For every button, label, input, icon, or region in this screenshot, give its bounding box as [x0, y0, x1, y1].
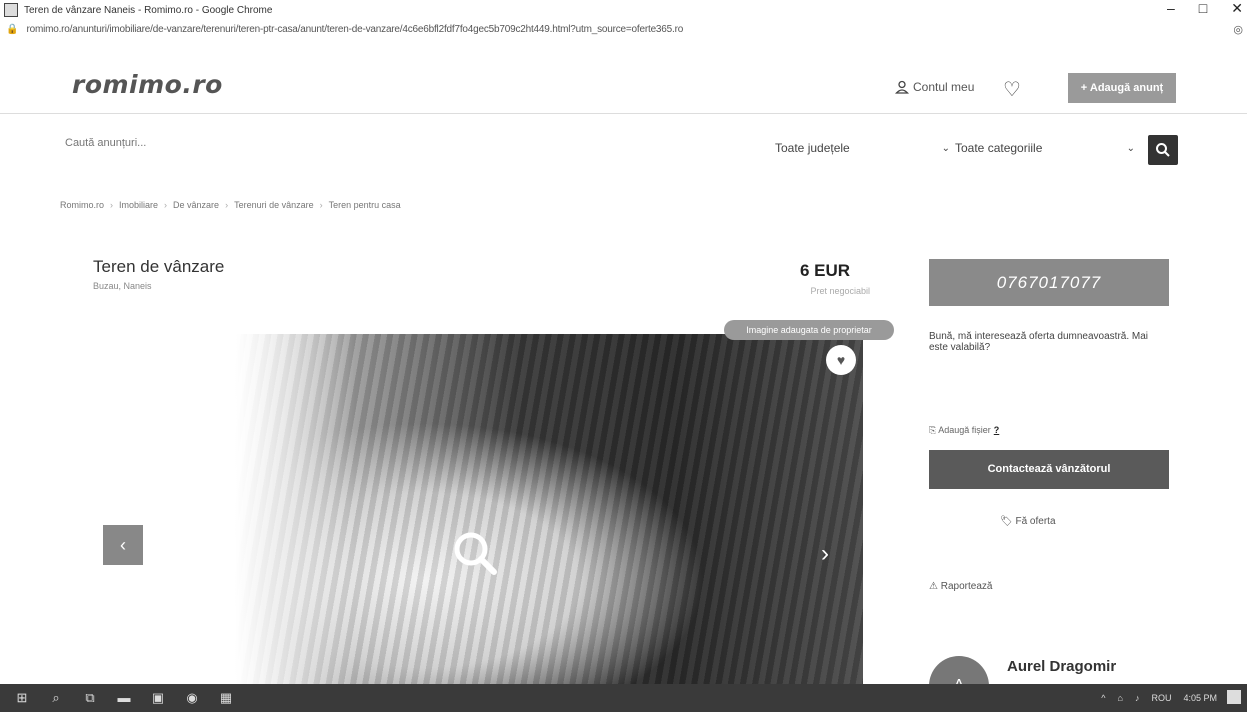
- header-divider: [0, 113, 1247, 114]
- chevron-down-icon: ⌄: [941, 142, 950, 154]
- county-select[interactable]: Toate județele ⌄: [775, 141, 950, 155]
- extension-icon[interactable]: ◎: [1233, 23, 1243, 36]
- windows-taskbar: ⊞ ⌕ ⧉ ▬ ▣ ◉ ▦ ^ ⌂ ♪ ROU 4:05 PM: [0, 684, 1247, 712]
- breadcrumb-item[interactable]: Teren pentru casa: [329, 200, 401, 210]
- minimize-icon[interactable]: –: [1167, 0, 1175, 17]
- window-title: Teren de vânzare Naneis - Romimo.ro - Go…: [24, 4, 273, 16]
- price-note: Pret negociabil: [810, 286, 870, 296]
- chevron-down-icon: ⌄: [1126, 142, 1135, 154]
- tab-favicon-icon: [4, 3, 18, 17]
- search-icon: [1156, 143, 1170, 157]
- breadcrumb: Romimo.ro › Imobiliare › De vânzare › Teren…: [60, 200, 401, 210]
- search-button[interactable]: [1148, 135, 1178, 165]
- contact-seller-button[interactable]: Contactează vânzătorul: [929, 450, 1169, 489]
- search-icon[interactable]: ⌕: [44, 688, 68, 708]
- breadcrumb-separator: ›: [164, 200, 168, 210]
- listing-location: Buzau, Naneis: [93, 281, 152, 291]
- chevron-up-icon[interactable]: ^: [1101, 693, 1105, 703]
- address-bar[interactable]: 🔒 romimo.ro/anunturi/imobiliare/de-vanza…: [0, 20, 1247, 38]
- gallery-next-button[interactable]: ›: [821, 540, 829, 568]
- county-select-value: Toate județele: [775, 141, 850, 155]
- photo-badge: Imagine adaugata de proprietar: [724, 320, 894, 340]
- report-label: Raportează: [940, 581, 993, 592]
- windows-start-icon[interactable]: ⊞: [10, 688, 34, 708]
- lock-icon: 🔒: [6, 23, 19, 35]
- language-indicator[interactable]: ROU: [1151, 693, 1171, 703]
- site-header: romimo.ro Contul meu ♡ + Adaugă anunț: [0, 40, 1247, 115]
- volume-icon[interactable]: ♪: [1135, 693, 1140, 703]
- breadcrumb-separator: ›: [110, 200, 114, 210]
- clock[interactable]: 4:05 PM: [1183, 693, 1217, 703]
- store-icon[interactable]: ▣: [146, 688, 170, 708]
- attach-label: Adaugă fișier: [938, 425, 991, 435]
- breadcrumb-item[interactable]: Romimo.ro: [60, 200, 104, 210]
- gallery-prev-button[interactable]: ‹: [103, 525, 143, 565]
- breadcrumb-item[interactable]: Imobiliare: [119, 200, 158, 210]
- breadcrumb-separator: ›: [319, 200, 323, 210]
- listing-price: 6 EUR: [800, 261, 851, 280]
- chrome-icon[interactable]: ◉: [180, 688, 204, 708]
- category-select-value: Toate categoriile: [955, 141, 1043, 155]
- notification-icon[interactable]: [1227, 690, 1241, 704]
- listing-title: Teren de vânzare: [93, 257, 225, 276]
- seller-name[interactable]: Aurel Dragomir: [1007, 658, 1116, 675]
- phone-number-button[interactable]: 0767017077: [929, 259, 1169, 306]
- maximize-icon[interactable]: □: [1199, 0, 1207, 17]
- search-input[interactable]: [65, 137, 745, 149]
- system-tray: ^ ⌂ ♪ ROU 4:05 PM: [1101, 684, 1217, 712]
- file-explorer-icon[interactable]: ▬: [112, 688, 136, 708]
- message-field[interactable]: Bună, mă interesează oferta dumneavoastr…: [929, 331, 1159, 406]
- search-bar: Toate județele ⌄ Toate categoriile ⌄: [0, 125, 1247, 165]
- listing-photo[interactable]: [235, 334, 863, 686]
- app-icon[interactable]: ▦: [214, 688, 238, 708]
- paperclip-icon: ⎘: [929, 425, 939, 435]
- site-logo[interactable]: romimo.ro: [72, 70, 223, 99]
- add-listing-button[interactable]: + Adaugă anunț: [1068, 73, 1176, 103]
- url-text[interactable]: romimo.ro/anunturi/imobiliare/de-vanzare…: [26, 24, 1176, 35]
- breadcrumb-item[interactable]: Terenuri de vânzare: [234, 200, 314, 210]
- category-select[interactable]: Toate categoriile ⌄: [955, 141, 1135, 155]
- zoom-icon[interactable]: [450, 528, 500, 578]
- network-icon[interactable]: ⌂: [1118, 693, 1123, 703]
- account-link[interactable]: Contul meu: [895, 80, 974, 94]
- attach-file-link[interactable]: ⎘ Adaugă fișier?: [929, 425, 999, 436]
- favorite-heart-icon[interactable]: ♥: [826, 345, 856, 375]
- task-view-icon[interactable]: ⧉: [78, 688, 102, 708]
- breadcrumb-separator: ›: [225, 200, 229, 210]
- offer-label: Fă oferta: [1015, 516, 1056, 527]
- make-offer-link[interactable]: 🏷 Fă oferta: [1000, 516, 1056, 527]
- tag-icon: 🏷: [1000, 516, 1016, 527]
- account-label: Contul meu: [913, 80, 975, 94]
- close-icon[interactable]: ✕: [1231, 0, 1243, 17]
- user-icon: [895, 80, 909, 94]
- help-icon[interactable]: ?: [994, 425, 1000, 435]
- report-link[interactable]: ⚠ Raportează: [929, 581, 992, 592]
- breadcrumb-item[interactable]: De vânzare: [173, 200, 219, 210]
- window-controls: – □ ✕: [1167, 0, 1243, 17]
- photo-fade: [235, 334, 355, 686]
- favorites-heart-icon[interactable]: ♡: [1003, 77, 1021, 102]
- window-titlebar: Teren de vânzare Naneis - Romimo.ro - Go…: [0, 0, 1247, 20]
- warning-icon: ⚠: [929, 581, 941, 592]
